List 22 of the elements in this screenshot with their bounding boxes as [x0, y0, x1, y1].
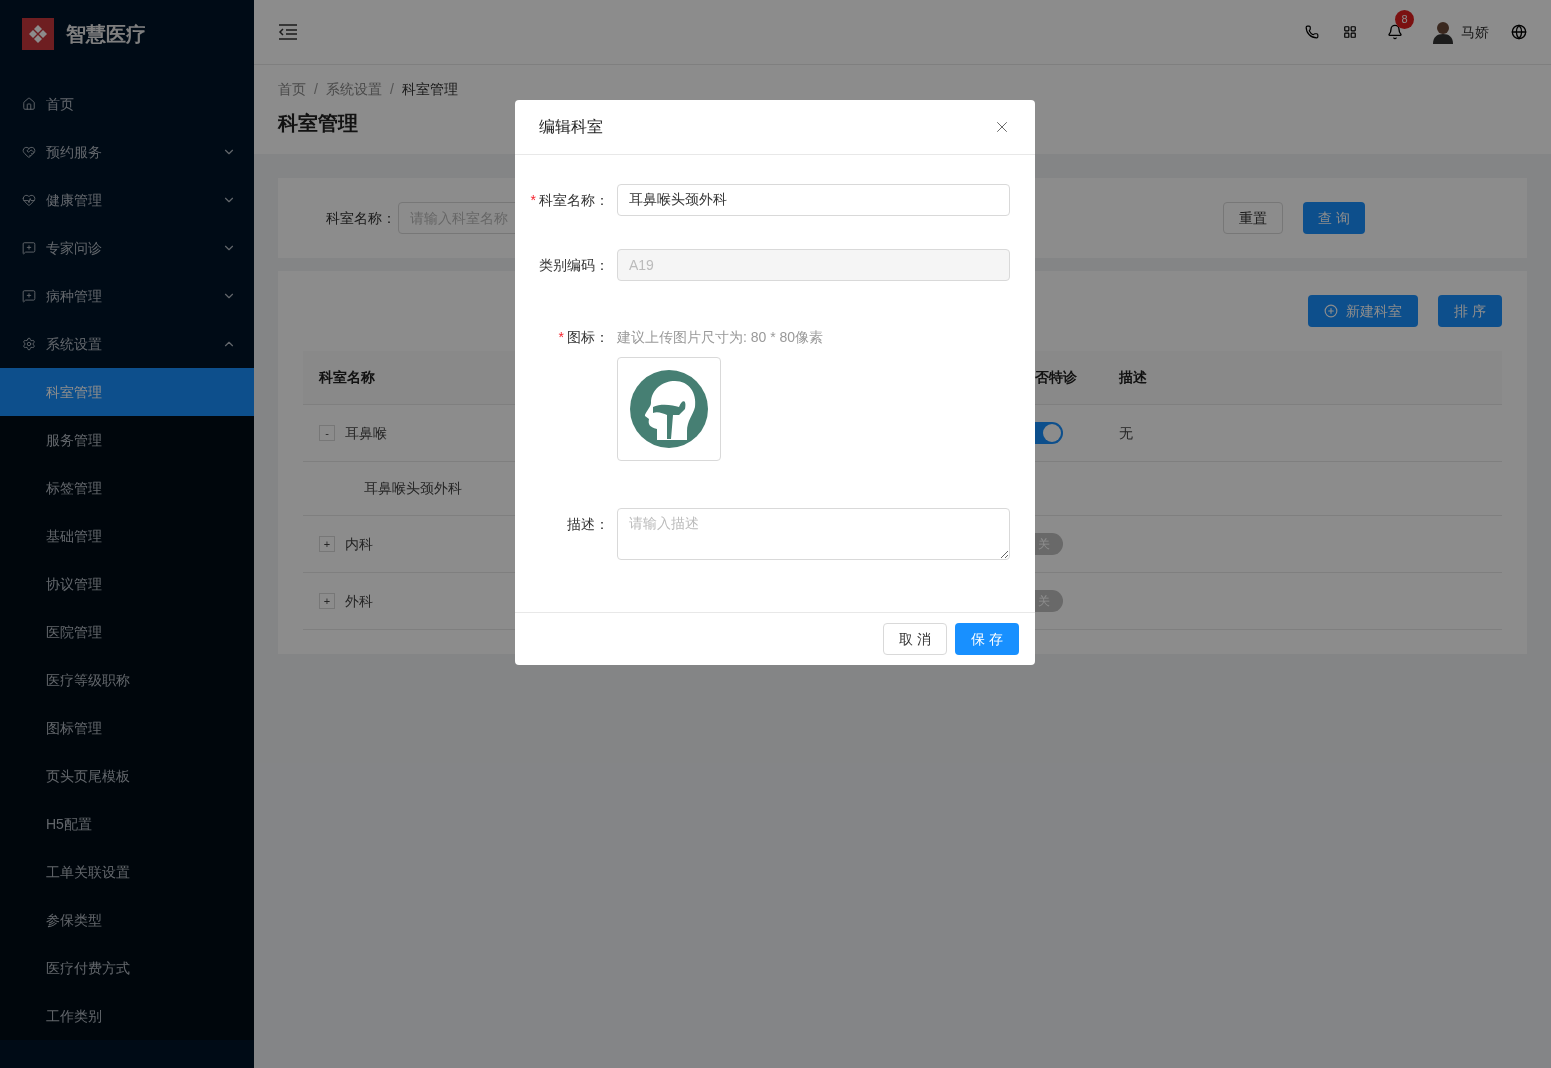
- field-label: 描述：: [567, 514, 609, 534]
- required-mark: *: [530, 190, 536, 210]
- required-mark: *: [558, 327, 564, 347]
- column-header: 科室名称: [317, 368, 376, 387]
- app-title: 智慧医疗: [66, 22, 146, 47]
- table-cell-text: 耳鼻喉头颈外科: [364, 479, 462, 498]
- dialog-title: 编辑科室: [539, 117, 604, 137]
- notification-badge: 8: [1395, 10, 1414, 29]
- field-label: 科室名称：: [539, 190, 609, 210]
- breadcrumb-separator: /: [314, 80, 318, 99]
- field-label: 图标：: [567, 327, 609, 347]
- table-cell: 无: [1119, 424, 1133, 441]
- column-header: 否特诊: [1034, 368, 1078, 387]
- page-title: 科室管理: [278, 111, 358, 136]
- breadcrumb-separator: /: [389, 80, 394, 99]
- column-header: 描述: [1118, 368, 1148, 387]
- table-cell-text: 外科: [345, 591, 373, 611]
- upload-hint: 建议上传图片尺寸为: 80 * 80像素: [617, 328, 824, 347]
- table-cell-text: 耳鼻喉: [345, 423, 387, 443]
- search-label: 科室名称：: [326, 208, 396, 228]
- field-label: 类别编码：: [539, 255, 609, 275]
- table-cell-text: 内科: [345, 534, 373, 554]
